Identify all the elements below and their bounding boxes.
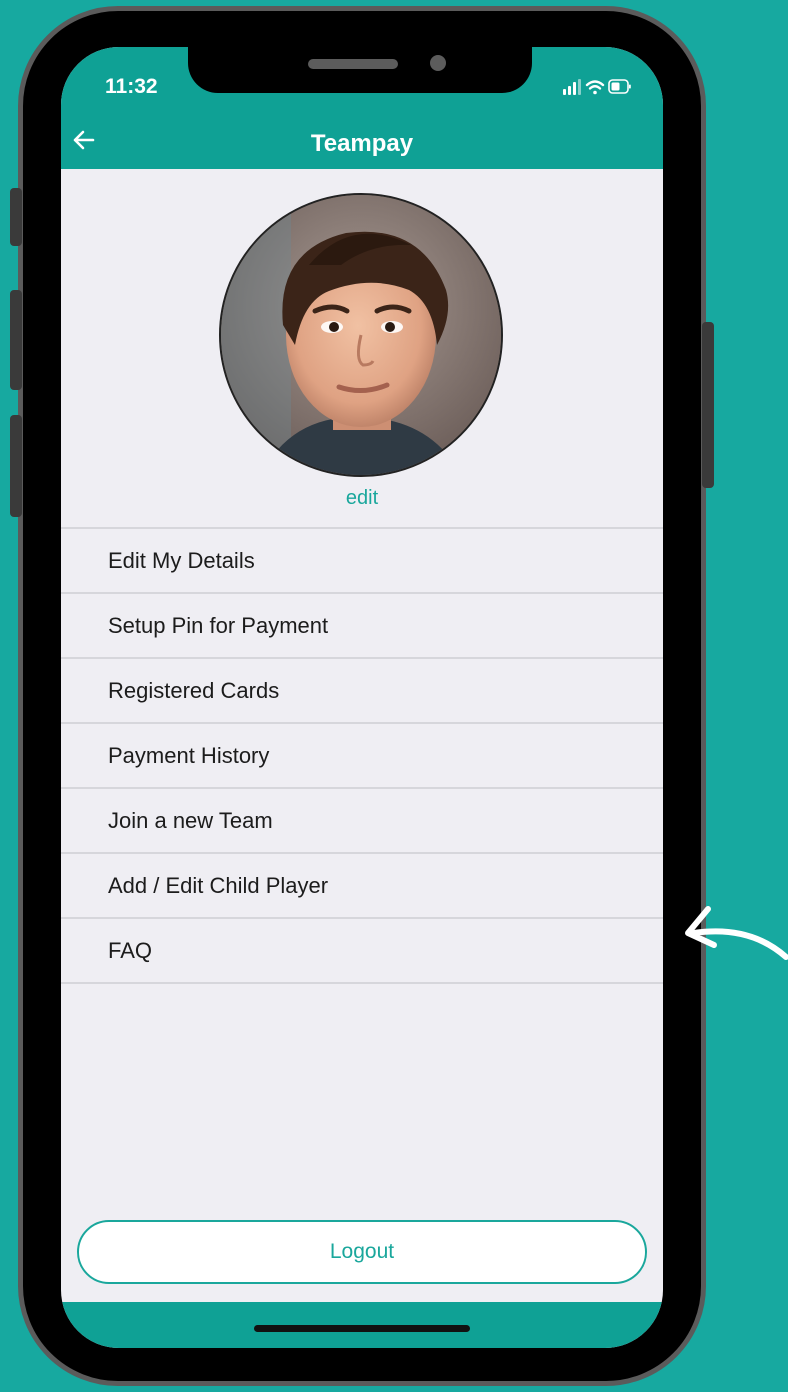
status-time: 11:32 (105, 75, 158, 98)
status-icons (563, 77, 633, 97)
phone-side-button (702, 322, 714, 488)
notch (188, 47, 532, 93)
menu-item-edit-my-details[interactable]: Edit My Details (61, 529, 663, 594)
menu-item-child-player[interactable]: Add / Edit Child Player (61, 854, 663, 919)
battery-icon (608, 79, 631, 94)
menu-item-faq[interactable]: FAQ (61, 919, 663, 984)
page-title: Teampay (310, 130, 414, 157)
menu-item-join-team[interactable]: Join a new Team (61, 789, 663, 854)
menu-item-setup-pin[interactable]: Setup Pin for Payment (61, 594, 663, 659)
home-indicator[interactable] (254, 1325, 470, 1332)
edit-photo-link[interactable]: edit (61, 487, 663, 510)
logout-button[interactable]: Logout (77, 1220, 647, 1284)
menu-item-payment-history[interactable]: Payment History (61, 724, 663, 789)
phone-side-button (10, 290, 22, 390)
menu-item-registered-cards[interactable]: Registered Cards (61, 659, 663, 724)
camera (430, 55, 446, 71)
phone-side-button (10, 415, 22, 517)
wifi-icon (585, 80, 605, 95)
curved-arrow-icon (685, 906, 788, 960)
speaker (308, 59, 398, 69)
avatar[interactable] (219, 193, 503, 477)
signal-bars-icon (563, 79, 581, 95)
phone-side-button (10, 188, 22, 246)
phone-screen: 11:32 Teampay edit Edit My Details Setup… (61, 47, 663, 1348)
settings-menu: Edit My Details Setup Pin for Payment Re… (61, 527, 663, 984)
